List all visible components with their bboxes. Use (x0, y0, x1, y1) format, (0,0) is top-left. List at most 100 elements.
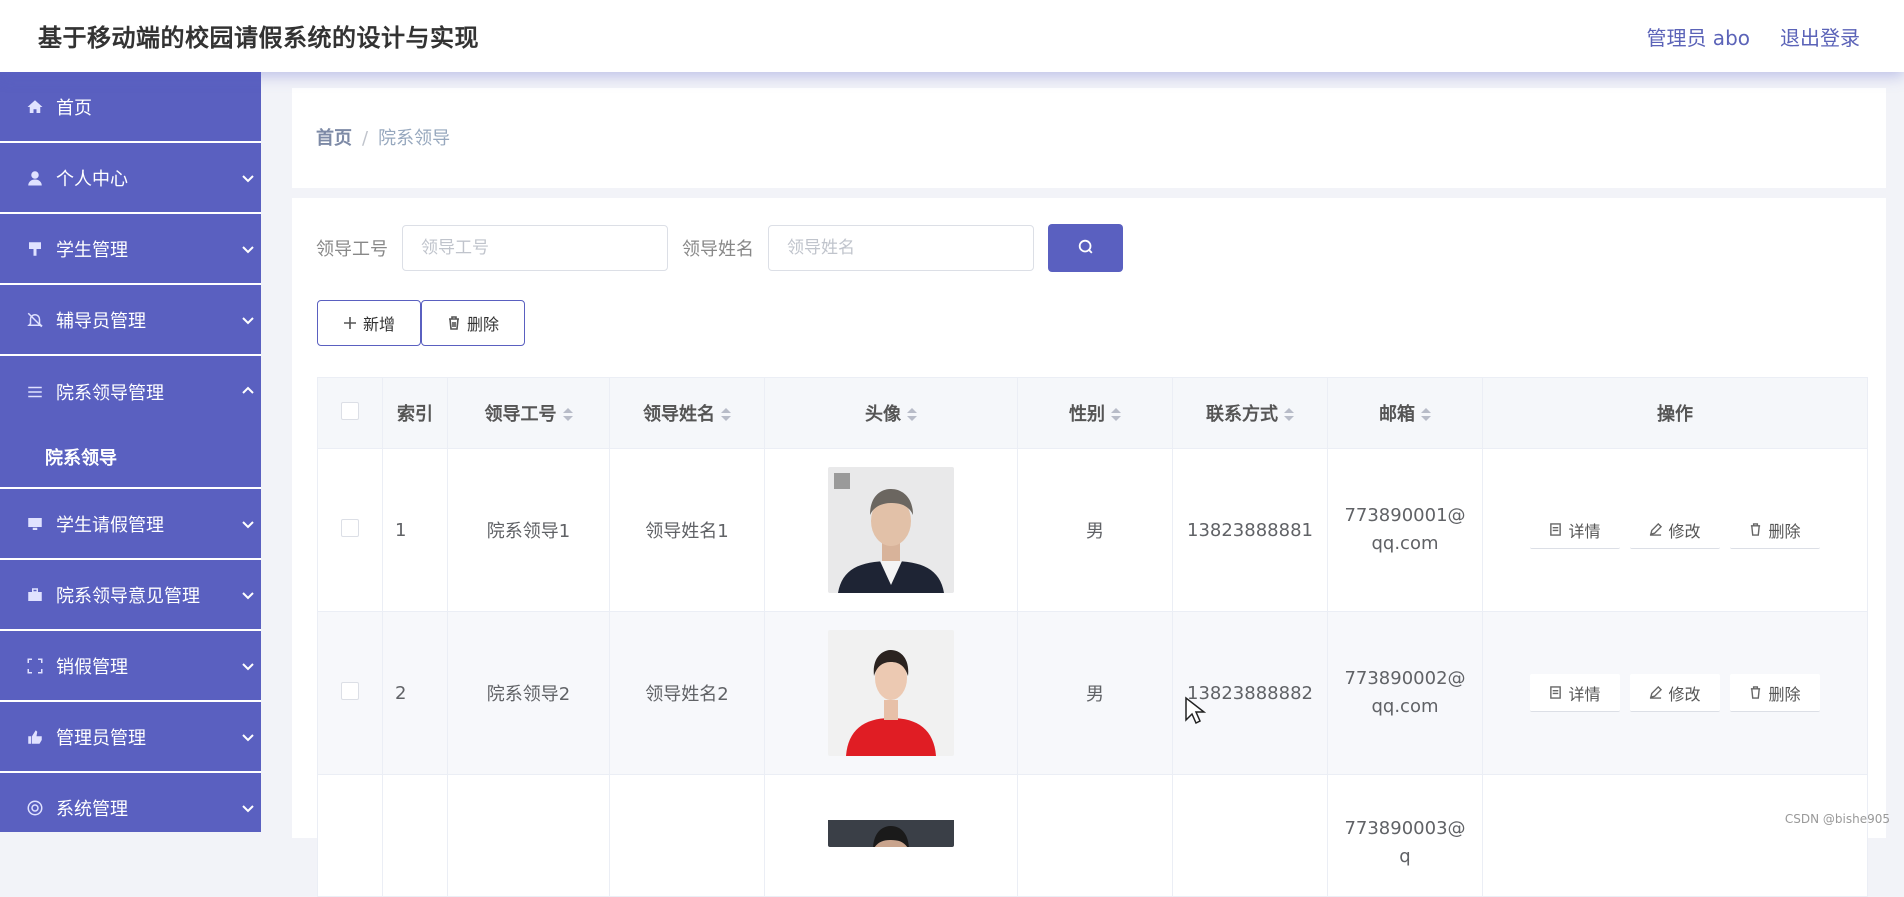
table-row: 2 院系领导2 领导姓名2 男 13823888882 773890002@qq… (317, 611, 1868, 775)
content-card: 领导工号 领导姓名 新增 删除 索引 领导工号 领导姓名 头像 性别 (292, 198, 1886, 897)
breadcrumb: 首页 / 院系领导 (316, 124, 450, 150)
col-email[interactable]: 邮箱 (1327, 377, 1483, 449)
chevron-down-icon (241, 169, 255, 183)
bell-off-icon (24, 309, 46, 331)
col-avatar[interactable]: 头像 (764, 377, 1018, 449)
col-gender[interactable]: 性别 (1017, 377, 1173, 449)
row-operations: 详情 修改 删除 (1482, 448, 1868, 612)
col-index: 索引 (382, 377, 448, 449)
sidebar-item-admin-management[interactable]: 管理员管理 (0, 702, 261, 773)
sort-icon[interactable] (1111, 408, 1121, 422)
edit-button[interactable]: 修改 (1630, 674, 1720, 712)
col-leader-name[interactable]: 领导姓名 (609, 377, 765, 449)
sidebar-item-system-management[interactable]: 系统管理 (0, 773, 261, 832)
sidebar-item-label: 个人中心 (56, 168, 128, 190)
breadcrumb-current: 院系领导 (378, 128, 451, 149)
chevron-up-icon (241, 382, 255, 396)
leader-id-input[interactable] (402, 225, 668, 271)
row-select-cell[interactable] (317, 448, 383, 612)
watermark: CSDN @bishe905 (1784, 812, 1890, 826)
sidebar-item-label: 辅导员管理 (56, 310, 146, 332)
row-avatar (764, 774, 1018, 897)
avatar[interactable] (828, 787, 954, 847)
action-buttons: 新增 删除 (317, 300, 525, 346)
document-icon (1550, 686, 1562, 699)
row-phone: 13823888882 (1172, 611, 1328, 775)
row-gender: 男 (1017, 448, 1173, 612)
row-avatar (764, 448, 1018, 612)
row-gender: 男 (1017, 611, 1173, 775)
app-title: 基于移动端的校园请假系统的设计与实现 (38, 24, 479, 52)
row-checkbox[interactable] (341, 681, 359, 700)
sort-icon[interactable] (562, 408, 573, 422)
trash-icon (1751, 523, 1761, 536)
sidebar-item-personal-center[interactable]: 个人中心 (0, 143, 261, 214)
batch-delete-button[interactable]: 删除 (421, 300, 525, 346)
sidebar-item-counselor-management[interactable]: 辅导员管理 (0, 285, 261, 356)
menu-icon (24, 381, 46, 403)
col-phone[interactable]: 联系方式 (1172, 377, 1328, 449)
sidebar-item-label: 学生管理 (56, 239, 128, 261)
monitor-icon (24, 513, 46, 535)
user-icon (24, 167, 46, 189)
email-text: 773890002@qq.com (1344, 668, 1466, 717)
sidebar-item-label: 院系领导意见管理 (56, 585, 200, 607)
plus-icon (343, 317, 356, 329)
sidebar-item-leave-management[interactable]: 学生请假管理 (0, 489, 261, 560)
logout-link[interactable]: 退出登录 (1780, 22, 1860, 51)
row-index: 1 (382, 448, 448, 612)
sidebar-item-home[interactable]: 首页 (0, 72, 261, 143)
col-leader-id[interactable]: 领导工号 (447, 377, 610, 449)
sidebar-item-leader-opinion-management[interactable]: 院系领导意见管理 (0, 560, 261, 631)
detail-button[interactable]: 详情 (1530, 511, 1620, 549)
sidebar-subitem-leaders[interactable]: 院系领导 (0, 427, 261, 489)
select-all-checkbox[interactable] (341, 401, 359, 420)
chevron-down-icon (241, 657, 255, 671)
sort-icon[interactable] (1421, 408, 1431, 422)
row-select-cell[interactable] (317, 774, 383, 897)
row-index (382, 774, 448, 897)
add-button-label: 新增 (362, 317, 395, 334)
chevron-down-icon (241, 515, 255, 529)
sidebar-item-label: 院系领导管理 (56, 382, 164, 404)
trash-icon (1751, 686, 1761, 699)
sidebar-item-leader-management[interactable]: 院系领导管理 (0, 356, 261, 427)
row-select-cell[interactable] (317, 611, 383, 775)
select-all-cell[interactable] (317, 377, 383, 449)
chevron-down-icon (241, 586, 255, 600)
sort-icon[interactable] (907, 408, 917, 422)
sidebar-item-label: 销假管理 (56, 656, 128, 678)
row-checkbox[interactable] (341, 518, 359, 537)
current-user-label[interactable]: 管理员 abo (1646, 22, 1750, 51)
sidebar-item-leave-cancel-management[interactable]: 销假管理 (0, 631, 261, 702)
delete-button[interactable]: 删除 (1730, 674, 1820, 712)
breadcrumb-separator: / (362, 128, 369, 149)
leader-name-label: 领导姓名 (682, 239, 754, 260)
add-button[interactable]: 新增 (317, 300, 421, 346)
chevron-down-icon (241, 311, 255, 325)
email-text: 773890003@q (1344, 818, 1466, 867)
table-row: 773890003@q (317, 774, 1868, 897)
sort-icon[interactable] (721, 408, 731, 422)
sidebar-item-student-management[interactable]: 学生管理 (0, 214, 261, 285)
briefcase-icon (24, 584, 46, 606)
row-actions: 详情 修改 删除 (1484, 674, 1866, 712)
row-leader-id: 院系领导2 (447, 611, 610, 775)
row-email: 773890002@qq.com (1327, 611, 1483, 775)
chevron-down-icon (241, 728, 255, 742)
row-email: 773890003@q (1327, 774, 1483, 897)
row-leader-name: 领导姓名1 (609, 448, 765, 612)
sort-icon[interactable] (1284, 408, 1294, 422)
leader-name-input[interactable] (768, 225, 1034, 271)
delete-button[interactable]: 删除 (1730, 511, 1820, 549)
search-button[interactable] (1048, 224, 1123, 272)
avatar[interactable] (828, 630, 954, 756)
row-leader-id (447, 774, 610, 897)
detail-button[interactable]: 详情 (1530, 674, 1620, 712)
pencil-icon (1650, 686, 1663, 699)
avatar[interactable] (828, 467, 954, 593)
fullscreen-icon (24, 655, 46, 677)
breadcrumb-home[interactable]: 首页 (316, 128, 352, 149)
edit-button[interactable]: 修改 (1630, 511, 1720, 549)
pencil-icon (1650, 523, 1663, 536)
